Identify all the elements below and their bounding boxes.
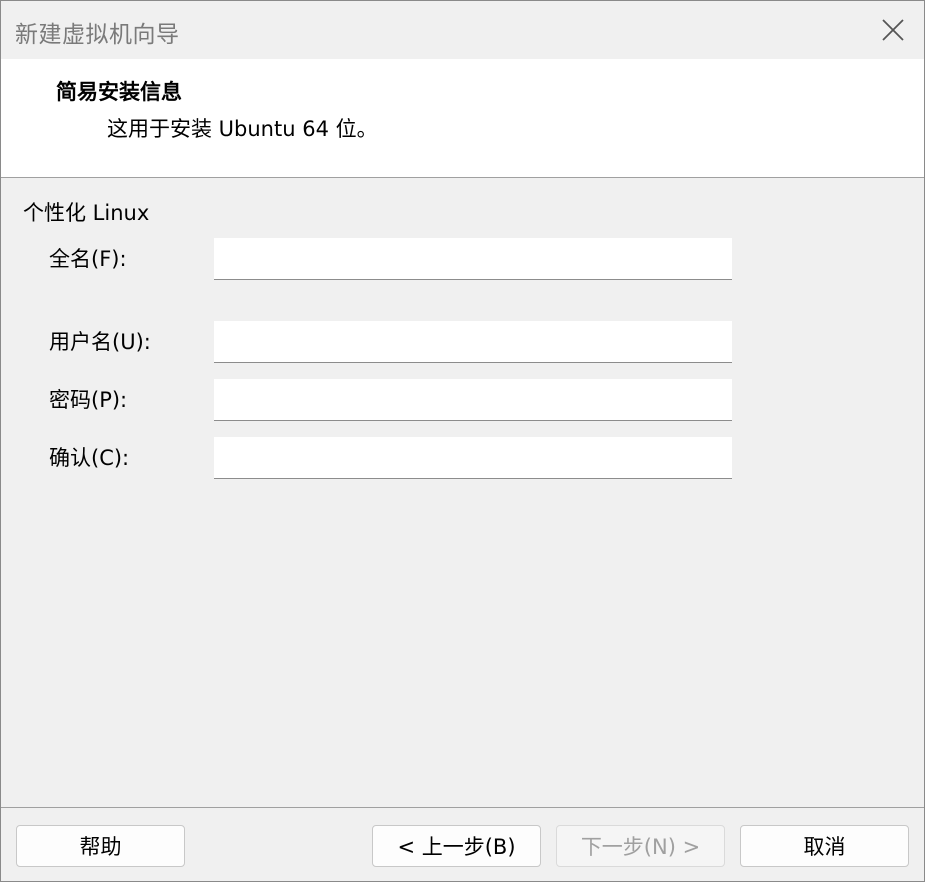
header-title: 简易安装信息: [56, 80, 182, 104]
confirm-label: 确认(C):: [49, 446, 130, 470]
confirm-password-input[interactable]: [214, 437, 732, 479]
cancel-button[interactable]: 取消: [740, 825, 909, 867]
window-title: 新建虚拟机向导: [15, 22, 180, 48]
footer-divider: [1, 807, 924, 808]
fullname-input[interactable]: [214, 238, 732, 280]
help-button[interactable]: 帮助: [16, 825, 185, 867]
password-label: 密码(P):: [49, 388, 128, 412]
password-input[interactable]: [214, 379, 732, 421]
header-subtitle: 这用于安装 Ubuntu 64 位。: [107, 117, 378, 141]
wizard-header: 简易安装信息 这用于安装 Ubuntu 64 位。: [1, 59, 924, 178]
close-icon: [882, 19, 904, 41]
section-title: 个性化 Linux: [23, 201, 150, 225]
new-vm-wizard-window: 新建虚拟机向导 简易安装信息 这用于安装 Ubuntu 64 位。 个性化 Li…: [0, 0, 925, 882]
fullname-label: 全名(F):: [49, 247, 127, 271]
username-input[interactable]: [214, 321, 732, 363]
close-button[interactable]: [874, 11, 912, 49]
back-button[interactable]: < 上一步(B): [372, 825, 541, 867]
title-bar: 新建虚拟机向导: [1, 1, 924, 59]
next-button[interactable]: 下一步(N) >: [556, 825, 725, 867]
username-label: 用户名(U):: [49, 330, 151, 354]
